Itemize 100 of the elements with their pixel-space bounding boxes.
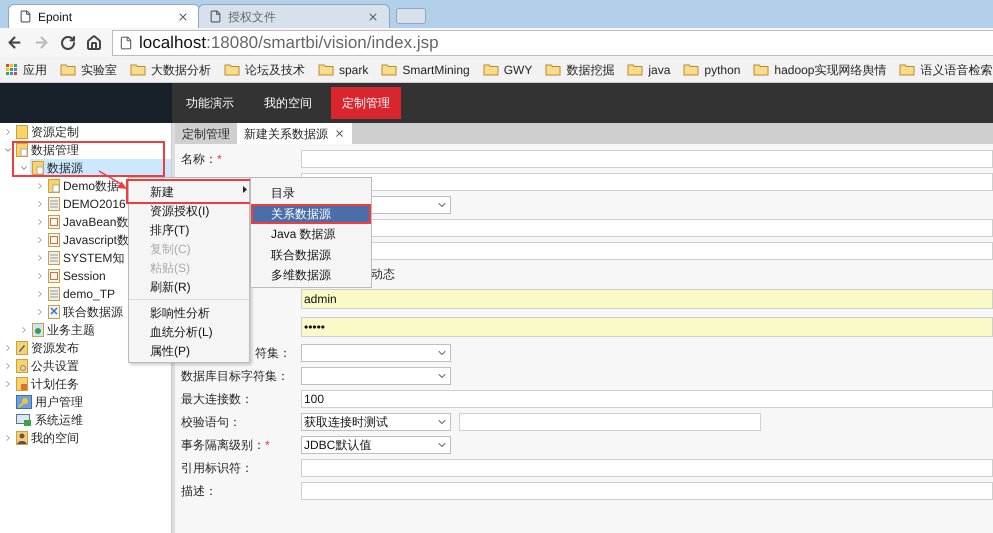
bookmark[interactable]: hadoop实现网络舆情 xyxy=(753,60,886,78)
nav-tab[interactable]: 定制管理 xyxy=(331,87,401,119)
tree-item[interactable]: 联合数据源 xyxy=(46,303,125,321)
input-field[interactable]: 100 xyxy=(301,390,993,408)
tab-title: 授权文件 xyxy=(228,8,277,26)
menu-item[interactable]: 刷新(R) xyxy=(129,277,249,296)
bookmark[interactable]: spark xyxy=(318,60,368,78)
menu-item[interactable]: 联合数据源 xyxy=(251,244,371,265)
tree-item[interactable]: 用户管理 xyxy=(14,393,85,411)
menu-item[interactable]: 多维数据源 xyxy=(251,265,371,286)
tree-item[interactable]: 资源定制 xyxy=(14,123,81,141)
forward-icon[interactable] xyxy=(33,34,50,51)
content-tab[interactable]: 定制管理 xyxy=(175,123,237,144)
tree-item[interactable]: 业务主题 xyxy=(30,321,97,339)
bookmark[interactable]: 大数据分析 xyxy=(130,60,211,78)
close-icon[interactable] xyxy=(367,10,379,22)
tree-item[interactable]: 数据管理 xyxy=(14,141,81,159)
tree-item-label: Demo数据 xyxy=(63,178,120,195)
folder-icon xyxy=(683,63,700,76)
browser-tab[interactable]: Epoint xyxy=(8,4,200,28)
home-icon[interactable] xyxy=(86,34,102,50)
close-icon[interactable] xyxy=(334,128,345,139)
java-file-icon xyxy=(48,269,60,283)
page-icon xyxy=(209,10,222,23)
content-tab[interactable]: 新建关系数据源 xyxy=(237,123,352,144)
nav-tab[interactable]: 我的空间 xyxy=(253,87,323,119)
tree-item[interactable]: DEMO2016 xyxy=(46,195,128,213)
tab-title: Epoint xyxy=(38,8,74,26)
tree-item[interactable]: 我的空间 xyxy=(14,429,81,447)
menu-item[interactable]: 新建 xyxy=(129,182,249,201)
menu-item[interactable]: 属性(P) xyxy=(129,341,249,360)
bookmark[interactable]: 数据挖掘 xyxy=(545,60,614,78)
folder-icon xyxy=(130,63,146,76)
menu-item[interactable]: 目录 xyxy=(251,183,371,204)
bookmark[interactable]: java xyxy=(627,60,670,78)
input-field[interactable]: ••••• xyxy=(301,317,993,337)
field-label: 名称： xyxy=(181,150,217,168)
tree-item[interactable]: JavaBean数 xyxy=(46,213,130,231)
user-key-icon xyxy=(16,395,32,409)
tree-item[interactable]: 系统运维 xyxy=(14,411,85,429)
table-icon xyxy=(48,251,60,265)
task-folder-icon xyxy=(16,377,28,391)
close-icon[interactable] xyxy=(177,10,189,22)
menu-item[interactable]: 血统分析(L) xyxy=(129,322,249,341)
tree-item[interactable]: Session xyxy=(46,267,108,285)
page-icon xyxy=(19,10,32,23)
folder-icon xyxy=(545,63,562,76)
input-field[interactable]: admin xyxy=(301,289,993,309)
monitor-icon xyxy=(16,413,32,427)
input-field[interactable] xyxy=(459,412,761,430)
input-field[interactable] xyxy=(301,172,993,190)
tree-item[interactable]: demo_TP xyxy=(46,285,118,303)
field-label: 描述： xyxy=(181,482,217,500)
tree-item-label: JavaBean数 xyxy=(63,214,128,231)
tree-item[interactable]: Demo数据 xyxy=(46,177,122,195)
nav-tab[interactable]: 功能演示 xyxy=(175,87,245,119)
select-field[interactable]: 获取连接时测试 xyxy=(301,412,451,430)
java-file-icon xyxy=(48,233,60,247)
input-field[interactable] xyxy=(301,150,993,168)
tree-item-label: SYSTEM知 xyxy=(63,250,124,267)
url-host: localhost xyxy=(139,32,206,54)
menu-item[interactable]: 资源授权(I) xyxy=(129,201,249,220)
menu-item[interactable]: 排序(T) xyxy=(129,220,249,239)
bookmark[interactable]: 论坛及技术 xyxy=(224,60,305,78)
folder-icon xyxy=(16,125,28,139)
menu-item[interactable]: 关系数据源 xyxy=(251,204,371,224)
bookmark[interactable]: 实验室 xyxy=(60,60,117,78)
bookmark[interactable]: GWY xyxy=(482,60,532,78)
browser-tab[interactable]: 授权文件 xyxy=(198,4,390,28)
new-tab-button[interactable] xyxy=(396,8,426,24)
input-field[interactable] xyxy=(301,458,993,476)
folder-icon xyxy=(16,143,28,157)
bookmark[interactable]: 语义语音检索 xyxy=(899,60,992,78)
input-field[interactable] xyxy=(301,482,993,500)
select-field[interactable] xyxy=(301,366,451,384)
tree-item[interactable]: 计划任务 xyxy=(14,375,81,393)
folder-icon xyxy=(899,63,916,76)
tree-item-label: 业务主题 xyxy=(47,322,95,339)
tree-item[interactable]: 资源发布 xyxy=(14,339,81,357)
back-icon[interactable] xyxy=(6,34,23,51)
required-mark: * xyxy=(217,150,222,168)
merge-file-icon xyxy=(48,305,60,319)
menu-item[interactable]: Java 数据源 xyxy=(251,224,371,244)
menu-item[interactable]: 影响性分析 xyxy=(129,303,249,322)
field-label: 引用标识符： xyxy=(181,460,253,476)
person-icon xyxy=(16,431,28,445)
tree-item[interactable]: 公共设置 xyxy=(14,357,81,375)
bookmark[interactable]: python xyxy=(683,60,740,78)
tree-item[interactable]: Javascript数 xyxy=(46,231,132,249)
java-file-icon xyxy=(48,215,60,229)
address-field[interactable]: localhost:18080/smartbi/vision/index.jsp xyxy=(112,30,993,56)
field-label: 数据库目标字符集： xyxy=(181,368,289,384)
tree-item[interactable]: SYSTEM知 xyxy=(46,249,126,267)
bookmark[interactable]: SmartMining xyxy=(381,60,470,78)
bookmark[interactable]: 应用 xyxy=(6,60,47,78)
reload-icon[interactable] xyxy=(60,34,76,50)
option-label: 动态 xyxy=(371,266,395,282)
required-mark: * xyxy=(265,436,270,454)
select-field[interactable]: JDBC默认值 xyxy=(301,436,451,454)
select-field[interactable] xyxy=(301,344,451,362)
